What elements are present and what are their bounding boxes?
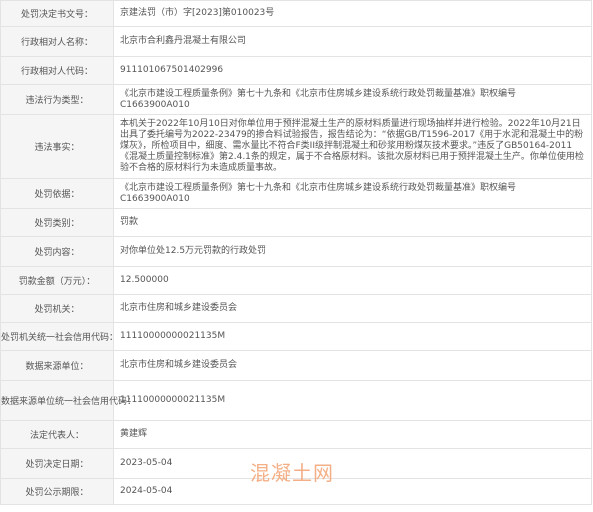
row-value: 2023-05-04 (113, 448, 592, 479)
table-row: 处罚内容： 对你单位处12.5万元罚款的行政处罚 (0, 236, 592, 267)
table-row: 处罚类别： 罚款 (0, 208, 592, 237)
row-value: 对你单位处12.5万元罚款的行政处罚 (113, 236, 592, 267)
table-row: 处罚依据： 《北京市建设工程质量条例》第七十九条和《北京市住房城乡建设系统行政处… (0, 178, 592, 209)
row-value: 京建法罚（市）字[2023]第010023号 (113, 0, 592, 27)
table-row: 罚款金额（万元）： 12.500000 (0, 266, 592, 295)
table-row: 法定代表人： 黄建辉 (0, 420, 592, 449)
watermark: 混凝土网 (250, 461, 334, 485)
table-row: 行政相对人代码： 91110106750140​2996 (0, 56, 592, 85)
row-label: 处罚决定日期： (0, 448, 114, 479)
row-value: 91110106750140​2996 (113, 56, 592, 85)
row-label: 数据来源单位统一社会信用代码： (0, 380, 136, 421)
row-label: 违法事实： (0, 114, 114, 179)
row-label: 违法行为类型： (0, 84, 114, 115)
table-row: 违法行为类型： 《北京市建设工程质量条例》第七十九条和《北京市住房城乡建设系统行… (0, 84, 592, 115)
table-row: 违法事实： 本机关于2022年10月10日对你单位用于预拌混凝土生产的原材料质量… (0, 114, 592, 179)
row-label: 处罚公示期限： (0, 478, 114, 505)
row-value: 《北京市建设工程质量条例》第七十九条和《北京市住房城乡建设系统行政处罚裁量基准》… (113, 178, 592, 209)
row-label: 行政相对人名称： (0, 26, 114, 57)
table-row: 数据来源单位统一社会信用代码： 11110000000021135M (0, 380, 592, 421)
row-label: 处罚依据： (0, 178, 114, 209)
table-row: 数据来源单位： 北京市住房和城乡建设委员会 (0, 350, 592, 381)
row-value: 《北京市建设工程质量条例》第七十九条和《北京市住房城乡建设系统行政处罚裁量基准》… (113, 84, 592, 115)
row-label: 处罚机关： (0, 294, 114, 323)
row-value: 12.500000 (113, 266, 592, 295)
row-label: 罚款金额（万元）： (0, 266, 114, 295)
row-value: 北京市合利鑫丹混凝土有限公司 (113, 26, 592, 57)
table-row: 处罚机关： 北京市住房和城乡建设委员会 (0, 294, 592, 323)
row-value: 北京市住房和城乡建设委员会 (113, 350, 592, 381)
table-row: 行政相对人名称： 北京市合利鑫丹混凝土有限公司 (0, 26, 592, 57)
penalty-info-table: 处罚决定书文号： 京建法罚（市）字[2023]第010023号 行政相对人名称：… (0, 0, 592, 505)
row-label: 行政相对人代码： (0, 56, 114, 85)
row-label: 处罚内容： (0, 236, 114, 267)
row-label: 法定代表人： (0, 420, 114, 449)
row-label: 处罚机关统一社会信用代码： (0, 322, 118, 351)
row-label: 数据来源单位： (0, 350, 114, 381)
table-row: 处罚机关统一社会信用代码： 11110000000021135M (0, 322, 592, 351)
row-value: 本机关于2022年10月10日对你单位用于预拌混凝土生产的原材料质量进行现场抽样… (113, 114, 592, 179)
row-value: 黄建辉 (113, 420, 592, 449)
row-label: 处罚类别： (0, 208, 114, 237)
row-value: 11110000000021135M (113, 380, 592, 421)
row-value: 罚款 (113, 208, 592, 237)
row-value: 11110000000021135M (113, 322, 592, 351)
row-label: 处罚决定书文号： (0, 0, 114, 27)
row-value: 2024-05-04 (113, 478, 592, 505)
table-row: 处罚决定书文号： 京建法罚（市）字[2023]第010023号 (0, 0, 592, 27)
row-value: 北京市住房和城乡建设委员会 (113, 294, 592, 323)
